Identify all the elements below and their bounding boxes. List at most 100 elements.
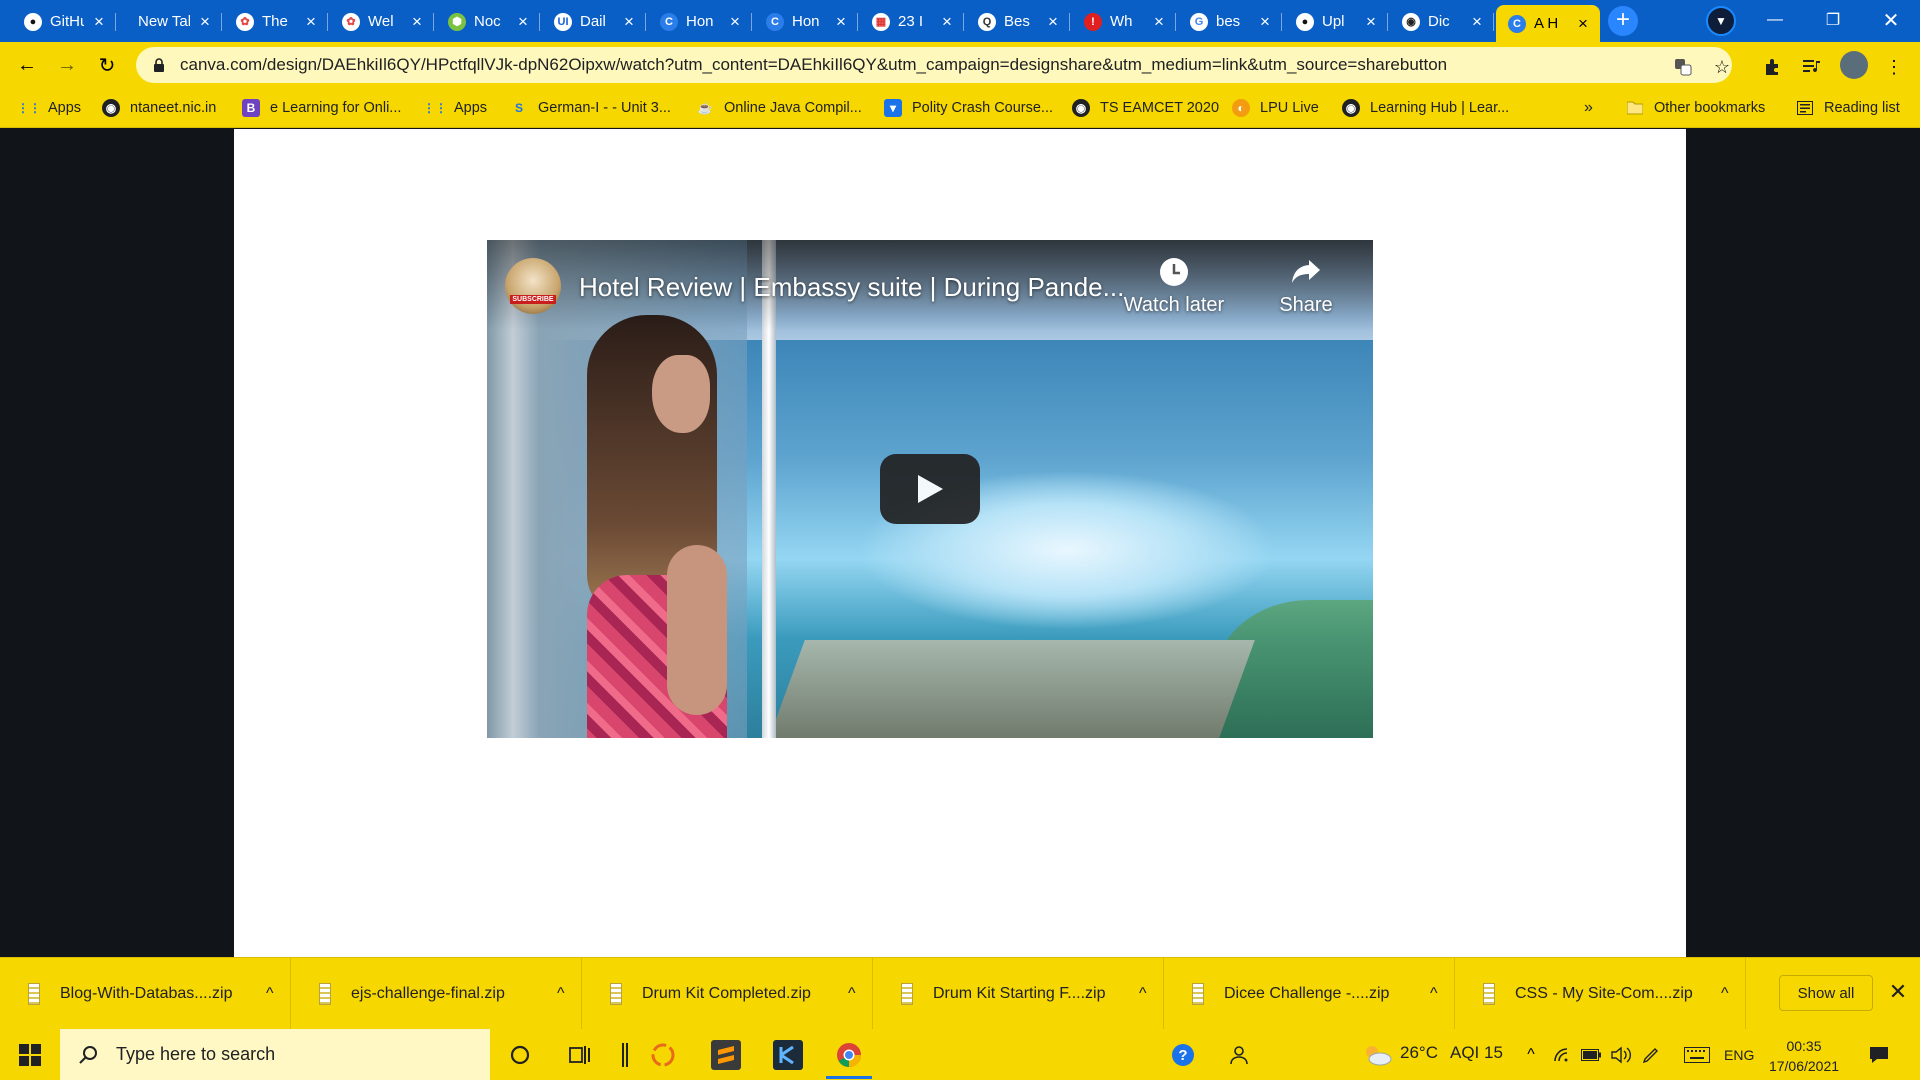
video-title[interactable]: Hotel Review | Embassy suite | During Pa… (579, 272, 1124, 303)
tab-close-icon[interactable]: × (196, 12, 214, 32)
media-controls-icon[interactable] (1800, 55, 1824, 79)
browser-tab[interactable]: C Hon × (754, 5, 858, 38)
bookmark-item[interactable]: ◐ LPU Live (1232, 96, 1319, 120)
tab-close-icon[interactable]: × (1574, 14, 1592, 34)
browser-tab[interactable]: C Hon × (648, 5, 752, 38)
tab-close-icon[interactable]: × (1468, 12, 1486, 32)
tab-close-icon[interactable]: × (1044, 12, 1062, 32)
browser-tab[interactable]: ! Wh × (1072, 5, 1176, 38)
download-item[interactable]: CSS - My Site-Com....zip ^ (1455, 958, 1746, 1030)
people-icon[interactable] (1222, 1040, 1252, 1070)
tray-overflow-icon[interactable]: ^ (1516, 1040, 1546, 1070)
touch-keyboard-icon[interactable] (1682, 1040, 1712, 1070)
play-button[interactable] (880, 454, 980, 524)
tab-close-icon[interactable]: × (1362, 12, 1380, 32)
tab-close-icon[interactable]: × (302, 12, 320, 32)
minimize-icon[interactable]: — (1752, 0, 1798, 40)
translate-icon[interactable] (1672, 56, 1694, 78)
share-button[interactable]: Share (1251, 256, 1361, 317)
chevron-up-icon[interactable]: ^ (1139, 985, 1147, 1003)
cortana-icon[interactable] (505, 1040, 535, 1070)
tab-search-icon[interactable]: ▼ (1706, 6, 1736, 36)
address-bar[interactable]: canva.com/design/DAEhkiIl6QY/HPctfqllVJk… (136, 47, 1732, 83)
weather-temp[interactable]: 26°C (1400, 1043, 1438, 1063)
download-item[interactable]: Dicee Challenge -....zip ^ (1164, 958, 1455, 1030)
show-all-downloads-button[interactable]: Show all (1779, 975, 1873, 1011)
lock-icon[interactable] (152, 57, 166, 73)
sublime-text-icon[interactable] (711, 1040, 741, 1070)
input-language[interactable]: ENG (1724, 1047, 1754, 1063)
reload-icon[interactable]: ↻ (92, 50, 122, 80)
tab-close-icon[interactable]: × (620, 12, 638, 32)
forward-icon[interactable]: → (52, 50, 82, 80)
weather-aqi[interactable]: AQI 15 (1450, 1043, 1503, 1063)
tab-close-icon[interactable]: × (938, 12, 956, 32)
tab-close-icon[interactable]: × (1256, 12, 1274, 32)
browser-tab[interactable]: ⬢ Noc × (436, 5, 540, 38)
browser-tab[interactable]: Q Bes × (966, 5, 1070, 38)
browser-tab[interactable]: ✿ The × (224, 5, 328, 38)
bookmark-item[interactable]: S German-I - - Unit 3... (510, 96, 671, 120)
url-text[interactable]: canva.com/design/DAEhkiIl6QY/HPctfqllVJk… (180, 55, 1447, 75)
bookmark-item[interactable]: ⋮⋮ Apps (17, 96, 81, 120)
other-bookmarks[interactable]: Other bookmarks (1626, 96, 1765, 120)
bookmark-item[interactable]: ◉ ntaneet.nic.in (102, 96, 216, 120)
bookmark-item[interactable]: ▾ Polity Crash Course... (884, 96, 1053, 120)
close-downloads-icon[interactable]: ✕ (1884, 978, 1912, 1006)
wifi-icon[interactable] (1548, 1040, 1578, 1070)
tab-close-icon[interactable]: × (832, 12, 850, 32)
weather-icon[interactable] (1360, 1040, 1394, 1070)
download-item[interactable]: Blog-With-Databas....zip ^ (0, 958, 291, 1030)
tab-close-icon[interactable]: × (90, 12, 108, 32)
task-view-icon[interactable] (565, 1040, 595, 1070)
browser-tab[interactable]: ◉ Dic × (1390, 5, 1494, 38)
chrome-icon[interactable] (834, 1040, 864, 1070)
download-item[interactable]: Drum Kit Completed.zip ^ (582, 958, 873, 1030)
tab-close-icon[interactable]: × (726, 12, 744, 32)
channel-avatar[interactable]: SUBSCRIBE (505, 258, 561, 314)
bookmark-item[interactable]: ☕ Online Java Compil... (696, 96, 862, 120)
chevron-up-icon[interactable]: ^ (1430, 985, 1438, 1003)
browser-tab[interactable]: UI Dail × (542, 5, 646, 38)
chevron-up-icon[interactable]: ^ (1721, 985, 1729, 1003)
bookmark-item[interactable]: ◉ Learning Hub | Lear... (1342, 96, 1509, 120)
back-icon[interactable]: ← (12, 50, 42, 80)
extensions-icon[interactable] (1760, 55, 1784, 79)
bookmark-item[interactable]: ⋮⋮ Apps (423, 96, 487, 120)
chevron-up-icon[interactable]: ^ (557, 985, 565, 1003)
tab-close-icon[interactable]: × (1150, 12, 1168, 32)
profile-avatar[interactable] (1840, 51, 1868, 79)
krita-icon[interactable] (773, 1040, 803, 1070)
browser-tab[interactable]: C A H × (1496, 5, 1600, 42)
bookmark-star-icon[interactable]: ☆ (1711, 56, 1733, 78)
browser-tab[interactable]: ✿ Wel × (330, 5, 434, 38)
browser-tab[interactable]: ● Upl × (1284, 5, 1388, 38)
taskbar-search-box[interactable]: Type here to search (60, 1029, 490, 1080)
taskbar-clock[interactable]: 00:35 17/06/2021 (1764, 1036, 1844, 1076)
sync-app-icon[interactable] (648, 1040, 678, 1070)
windows-start-icon[interactable] (10, 1041, 50, 1069)
bookmark-item[interactable]: ◉ TS EAMCET 2020 (1072, 96, 1219, 120)
tab-close-icon[interactable]: × (514, 12, 532, 32)
chevron-up-icon[interactable]: ^ (848, 985, 856, 1003)
tab-close-icon[interactable]: × (408, 12, 426, 32)
close-window-icon[interactable]: ✕ (1868, 0, 1914, 40)
pen-icon[interactable] (1636, 1040, 1666, 1070)
youtube-embed[interactable]: SUBSCRIBE Hotel Review | Embassy suite |… (487, 240, 1373, 738)
restore-icon[interactable]: ❐ (1810, 0, 1856, 40)
bookmark-item[interactable]: Be Learning for Onli... (242, 96, 401, 120)
browser-tab[interactable]: ● GitHub × (12, 5, 116, 38)
battery-icon[interactable] (1576, 1040, 1606, 1070)
volume-icon[interactable] (1606, 1040, 1636, 1070)
notifications-icon[interactable] (1864, 1040, 1894, 1070)
download-item[interactable]: Drum Kit Starting F....zip ^ (873, 958, 1164, 1030)
watch-later-button[interactable]: Watch later (1119, 256, 1229, 317)
bookmarks-overflow-icon[interactable]: » (1584, 96, 1593, 120)
more-menu-icon[interactable]: ⋮ (1882, 55, 1906, 79)
browser-tab[interactable]: New Tab × (118, 5, 222, 38)
pinned-app-bar-icon[interactable] (610, 1040, 640, 1070)
help-icon[interactable]: ? (1168, 1040, 1198, 1070)
new-tab-button[interactable]: + (1608, 6, 1638, 36)
reading-list[interactable]: Reading list (1796, 96, 1900, 120)
chevron-up-icon[interactable]: ^ (266, 985, 274, 1003)
